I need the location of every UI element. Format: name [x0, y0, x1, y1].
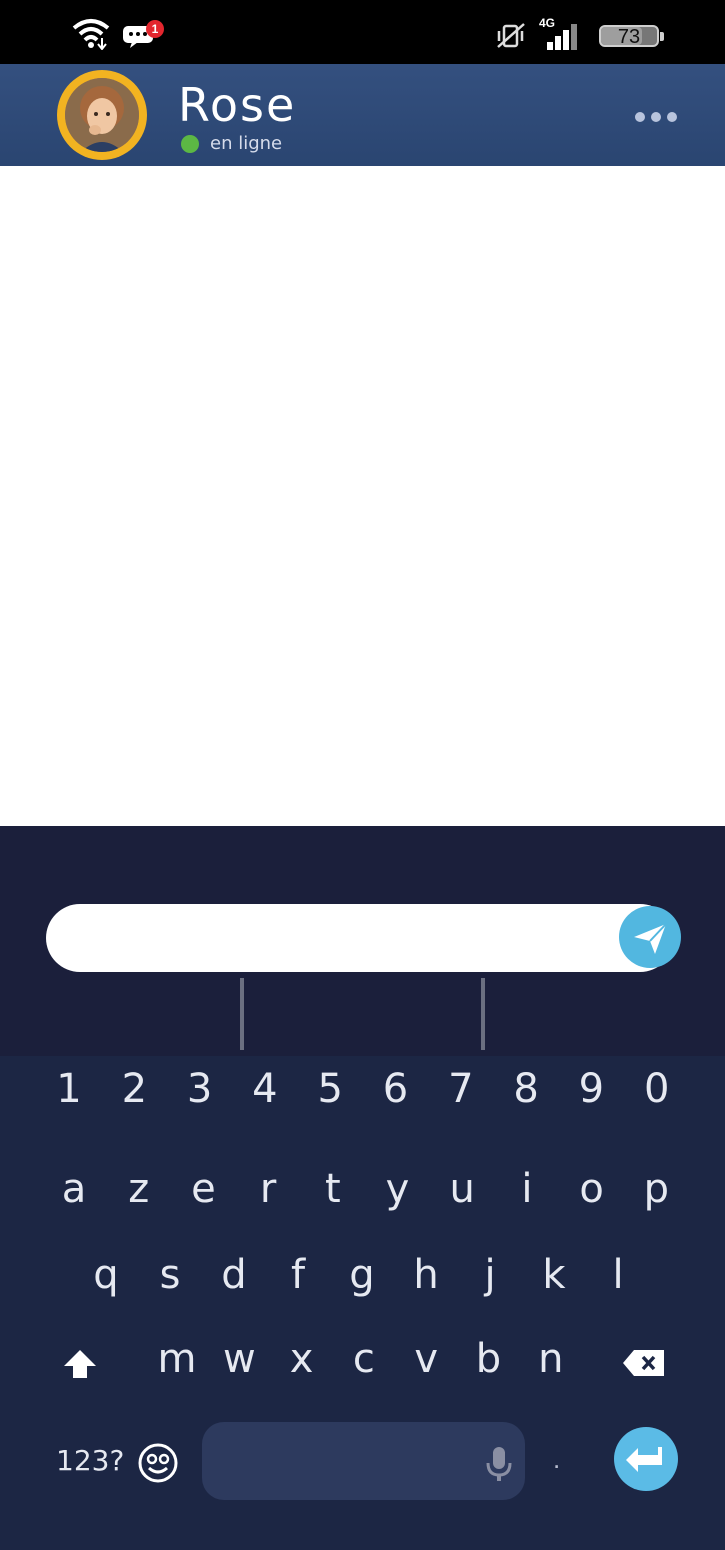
- key-a[interactable]: a: [49, 1166, 99, 1212]
- vibrate-off-icon: [497, 23, 525, 48]
- symbols-key[interactable]: 123?: [56, 1444, 124, 1477]
- key-i[interactable]: i: [502, 1166, 552, 1212]
- avatar-photo: [65, 78, 139, 152]
- key-6[interactable]: 6: [371, 1066, 421, 1112]
- key-h[interactable]: h: [401, 1252, 451, 1298]
- key-0[interactable]: 0: [632, 1066, 682, 1112]
- battery-icon: 73: [599, 25, 664, 48]
- period-key[interactable]: .: [553, 1444, 560, 1475]
- key-v[interactable]: v: [401, 1336, 451, 1382]
- key-f[interactable]: f: [273, 1252, 323, 1298]
- cursor-handle-left[interactable]: [240, 978, 244, 1050]
- key-3[interactable]: 3: [175, 1066, 225, 1112]
- key-y[interactable]: y: [373, 1166, 423, 1212]
- key-j[interactable]: j: [465, 1252, 515, 1298]
- key-d[interactable]: d: [209, 1252, 259, 1298]
- battery-level: 73: [617, 26, 641, 48]
- shift-icon[interactable]: [60, 1344, 100, 1384]
- key-s[interactable]: s: [145, 1252, 195, 1298]
- key-t[interactable]: t: [308, 1166, 358, 1212]
- compose-bar: [0, 826, 725, 1056]
- key-n[interactable]: n: [526, 1336, 576, 1382]
- cursor-handle-right[interactable]: [481, 978, 485, 1050]
- chat-header: Rose en ligne: [0, 64, 725, 167]
- key-4[interactable]: 4: [240, 1066, 290, 1112]
- key-1[interactable]: 1: [44, 1066, 94, 1112]
- key-9[interactable]: 9: [566, 1066, 616, 1112]
- enter-button[interactable]: [614, 1427, 678, 1491]
- send-button[interactable]: [619, 906, 681, 968]
- key-8[interactable]: 8: [501, 1066, 551, 1112]
- key-5[interactable]: 5: [305, 1066, 355, 1112]
- key-g[interactable]: g: [337, 1252, 387, 1298]
- key-b[interactable]: b: [464, 1336, 514, 1382]
- key-x[interactable]: x: [277, 1336, 327, 1382]
- send-icon: [634, 923, 667, 954]
- key-u[interactable]: u: [437, 1166, 487, 1212]
- status-bar: 1 4G 73: [0, 0, 725, 64]
- key-q[interactable]: q: [81, 1252, 131, 1298]
- microphone-icon[interactable]: [486, 1446, 512, 1482]
- backspace-icon[interactable]: [622, 1348, 666, 1378]
- more-horizontal-icon[interactable]: [635, 112, 677, 122]
- presence-indicator: [181, 135, 199, 153]
- emoji-icon[interactable]: [137, 1442, 179, 1484]
- key-r[interactable]: r: [243, 1166, 293, 1212]
- key-z[interactable]: z: [114, 1166, 164, 1212]
- key-w[interactable]: w: [214, 1336, 264, 1382]
- key-l[interactable]: l: [593, 1252, 643, 1298]
- keyboard: 1234567890 azertyuiop qsdfghjkl mwxcvbn …: [0, 1056, 725, 1550]
- key-o[interactable]: o: [567, 1166, 617, 1212]
- message-list[interactable]: [0, 166, 725, 826]
- notification-badge: 1: [146, 20, 164, 38]
- message-input[interactable]: [46, 904, 674, 972]
- spacebar[interactable]: [202, 1422, 525, 1500]
- status-bar-right: 4G 73: [495, 16, 664, 50]
- presence-status: en ligne: [210, 133, 283, 154]
- key-p[interactable]: p: [631, 1166, 681, 1212]
- key-e[interactable]: e: [178, 1166, 228, 1212]
- contact-name: Rose: [178, 78, 297, 132]
- key-c[interactable]: c: [339, 1336, 389, 1382]
- enter-icon: [626, 1447, 662, 1472]
- key-2[interactable]: 2: [109, 1066, 159, 1112]
- avatar[interactable]: [57, 70, 147, 160]
- wifi-icon: [72, 19, 110, 50]
- key-m[interactable]: m: [152, 1336, 202, 1382]
- key-k[interactable]: k: [529, 1252, 579, 1298]
- status-bar-left: [72, 18, 156, 50]
- signal-icon: 4G: [539, 16, 585, 50]
- battery-tip: [660, 32, 664, 41]
- key-7[interactable]: 7: [436, 1066, 486, 1112]
